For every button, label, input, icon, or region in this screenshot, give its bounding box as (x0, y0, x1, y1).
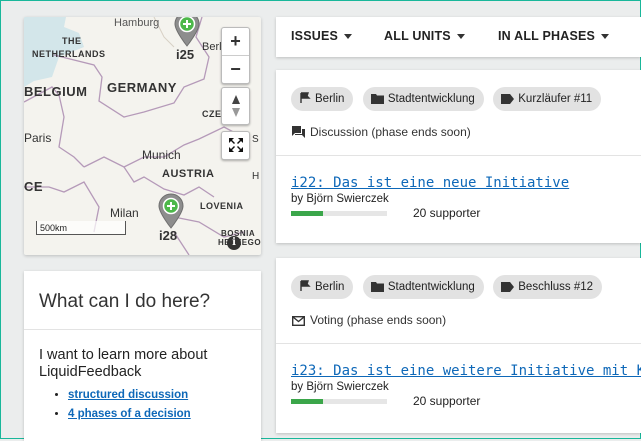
map-label-s-edge: S (252, 134, 259, 145)
supporter-count: 20 supporter (413, 394, 481, 408)
help-link-four-phases[interactable]: 4 phases of a decision (68, 408, 191, 420)
map-pin-i28[interactable]: i28 (156, 193, 186, 243)
issue-chips: Berlin Stadtentwicklung Beschluss #12 (291, 275, 607, 299)
map-label-hamburg: Hamburg (114, 17, 160, 29)
chip-policy[interactable]: Beschluss #12 (493, 275, 603, 299)
issue-card-header: Berlin Stadtentwicklung Kurzläufer #11 D… (276, 70, 641, 156)
scale-bar: 500km (36, 221, 126, 235)
help-title: What can I do here? (24, 271, 261, 330)
chip-area[interactable]: Stadtentwicklung (362, 87, 484, 111)
initiative-title-link[interactable]: i23: Das ist eine weitere Initiative mit… (291, 363, 641, 379)
issue-card: Berlin Stadtentwicklung Beschluss #12 Vo… (276, 258, 641, 433)
initiative-author: by Björn Swierczek (291, 193, 389, 205)
zoom-controls: + − (221, 27, 250, 84)
chip-unit[interactable]: Berlin (291, 275, 354, 299)
issue-chips: Berlin Stadtentwicklung Kurzläufer #11 (291, 87, 606, 111)
help-subtitle: I want to learn more about LiquidFeedbac… (39, 347, 208, 380)
filter-units-dropdown[interactable]: ALL UNITS (384, 29, 465, 43)
chip-area[interactable]: Stadtentwicklung (362, 275, 484, 299)
map-pin-label: i25 (176, 47, 195, 62)
map-pin-label: i28 (159, 228, 178, 243)
filter-phases-dropdown[interactable]: IN ALL PHASES (498, 29, 610, 43)
compass-button[interactable] (221, 87, 250, 125)
fullscreen-icon (228, 138, 243, 152)
chip-label: Stadtentwicklung (387, 93, 475, 105)
caret-down-icon (456, 34, 465, 40)
pin-marker-icon (158, 193, 184, 229)
fullscreen-button[interactable] (221, 131, 250, 160)
map-label-belgium: BELGIUM (24, 84, 88, 99)
compass-icon (231, 95, 240, 117)
label-icon (501, 94, 515, 104)
support-progress-bar (291, 399, 387, 404)
folder-icon (370, 94, 384, 104)
zoom-out-button[interactable]: − (222, 55, 249, 83)
label-icon (501, 282, 515, 292)
map-label-milan: Milan (110, 206, 139, 220)
forum-icon (292, 126, 305, 138)
mail-icon (291, 315, 306, 327)
pin-marker-icon (174, 17, 200, 47)
issue-card: Berlin Stadtentwicklung Kurzläufer #11 D… (276, 70, 641, 243)
map-pin-i25[interactable]: i25 (172, 17, 202, 62)
map[interactable]: Hamburg THE NETHERLANDS Berl PC BELGIUM … (24, 17, 261, 255)
map-label-the: THE (62, 36, 82, 46)
filter-label: ALL UNITS (384, 29, 451, 43)
chip-label: Beschluss #12 (518, 281, 594, 293)
caret-down-icon (344, 34, 353, 40)
map-label-h-edge: H (252, 171, 260, 182)
filter-label: IN ALL PHASES (498, 29, 596, 43)
zoom-in-button[interactable]: + (222, 28, 249, 55)
issue-card-header: Berlin Stadtentwicklung Beschluss #12 Vo… (276, 258, 641, 344)
map-label-paris: Paris (24, 131, 52, 145)
map-label-munich: Munich (142, 148, 181, 162)
chip-label: Kurzläufer #11 (518, 93, 593, 105)
support-progress-fill (291, 211, 323, 216)
filter-issues-dropdown[interactable]: ISSUES (291, 29, 353, 43)
caret-down-icon (601, 34, 610, 40)
flag-icon (300, 280, 311, 291)
flag-icon (300, 92, 311, 103)
map-label-berlin: Berl (202, 41, 222, 53)
filter-label: ISSUES (291, 29, 339, 43)
support-progress-fill (291, 399, 323, 404)
map-label-austria: AUSTRIA (162, 168, 215, 180)
map-label-netherlands: NETHERLANDS (32, 49, 106, 59)
filter-bar: ISSUES ALL UNITS IN ALL PHASES (276, 17, 641, 57)
map-label-germany: GERMANY (107, 80, 177, 95)
info-icon[interactable]: i (227, 236, 241, 250)
phase-label: Voting (phase ends soon) (310, 313, 447, 327)
issue-phase: Voting (phase ends soon) (291, 313, 447, 327)
help-panel: What can I do here? I want to learn more… (24, 271, 261, 441)
phase-label: Discussion (phase ends soon) (310, 125, 471, 139)
chip-label: Berlin (315, 281, 345, 293)
chip-unit[interactable]: Berlin (291, 87, 354, 111)
initiative-author: by Björn Swierczek (291, 381, 389, 393)
help-links: structured discussion 4 phases of a deci… (24, 386, 261, 424)
chip-policy[interactable]: Kurzläufer #11 (493, 87, 602, 111)
help-link-item: 4 phases of a decision (68, 405, 261, 424)
support-progress-bar (291, 211, 387, 216)
chip-label: Stadtentwicklung (387, 281, 475, 293)
help-link-structured-discussion[interactable]: structured discussion (68, 389, 188, 401)
map-label-slovenia: LOVENIA (200, 201, 244, 211)
help-link-item: structured discussion (68, 386, 261, 405)
supporter-count: 20 supporter (413, 206, 481, 220)
folder-icon (370, 282, 384, 292)
chip-label: Berlin (315, 93, 345, 105)
issue-phase: Discussion (phase ends soon) (292, 125, 471, 139)
map-label-ce: CE (24, 179, 44, 194)
initiative-title-link[interactable]: i22: Das ist eine neue Initiative (291, 175, 569, 191)
